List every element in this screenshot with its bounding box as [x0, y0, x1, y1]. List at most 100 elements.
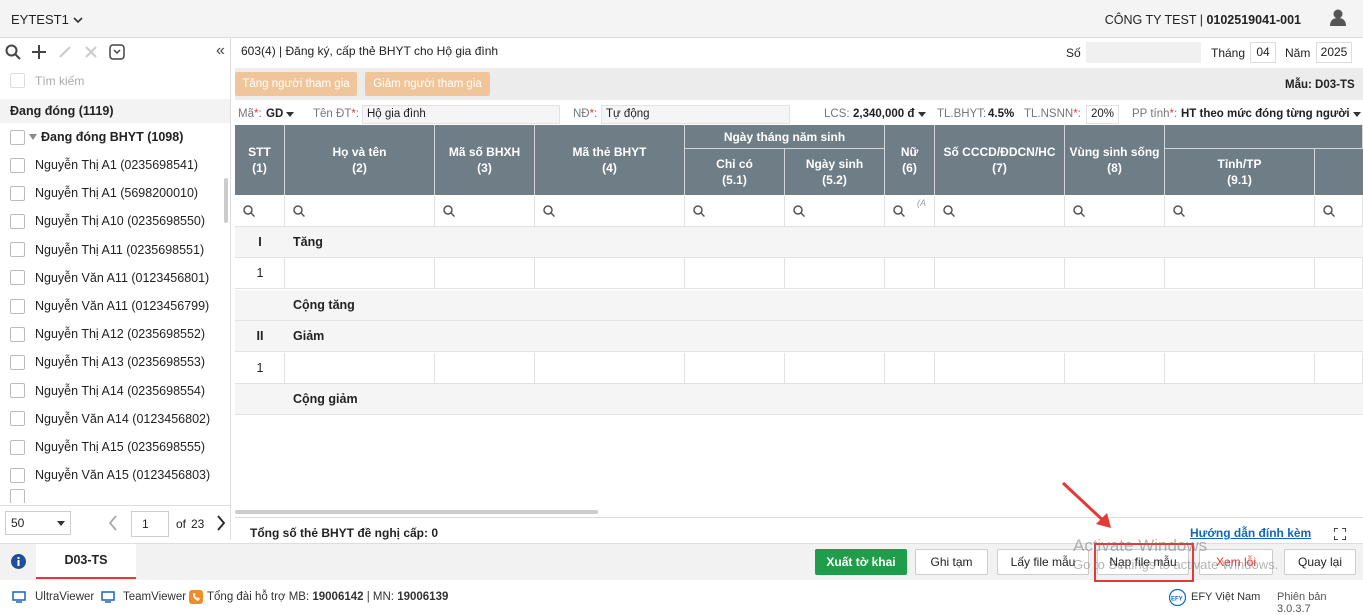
table-cell[interactable]	[1165, 258, 1315, 290]
dropdown-box-icon[interactable]	[109, 44, 125, 60]
select-all-checkbox[interactable]	[10, 73, 25, 88]
column-filter[interactable]	[685, 196, 785, 227]
list-item[interactable]: Nguyễn Thị A1 (5698200010)	[10, 179, 220, 207]
column-filter[interactable]	[535, 196, 685, 227]
table-cell[interactable]	[435, 258, 535, 290]
page-size-select[interactable]: 50	[5, 511, 71, 535]
table-row[interactable]: Cộng giảm	[235, 384, 1363, 415]
collapse-sidebar-icon[interactable]: «	[216, 42, 225, 60]
list-item[interactable]: Nguyễn Văn A15 (0123456803)	[10, 461, 220, 489]
subgroup-row[interactable]: Đang đóng BHYT (1098)	[10, 123, 220, 151]
checkbox[interactable]	[10, 270, 25, 286]
get-template-button[interactable]: Lấy file mẫu	[997, 549, 1089, 575]
tab-d03-ts[interactable]: D03-TS	[36, 544, 136, 579]
checkbox[interactable]	[10, 242, 25, 258]
list-item[interactable]: Nguyễn Văn A11 (0123456801)	[10, 264, 220, 292]
year-input[interactable]: 2025	[1316, 42, 1352, 63]
checkbox[interactable]	[10, 326, 25, 342]
user-icon[interactable]	[1329, 8, 1347, 28]
teamviewer-link[interactable]: TeamViewer	[123, 591, 186, 603]
column-filter[interactable]	[1315, 196, 1363, 227]
list-item[interactable]: Nguyễn Thị A15 (0235698555)	[10, 433, 220, 461]
group-title[interactable]: Đang đóng (1119)	[0, 99, 230, 123]
list-item[interactable]: Nguyễn Thị A11 (0235698551)	[10, 236, 220, 264]
table-cell[interactable]	[285, 258, 435, 290]
column-filter[interactable]: (A	[885, 196, 935, 227]
header-cell[interactable]: Chỉ có (5.1)	[685, 149, 785, 195]
view-errors-button[interactable]: Xem lỗi	[1199, 549, 1273, 575]
pptinh-select[interactable]: HT theo mức đóng từng người	[1181, 108, 1361, 120]
search-icon[interactable]	[5, 44, 21, 60]
table-row[interactable]: 1	[235, 352, 1363, 384]
table-cell[interactable]	[685, 352, 785, 384]
table-cell[interactable]	[1165, 352, 1315, 384]
list-item[interactable]: Nguyễn Thị A10 (0235698550)	[10, 207, 220, 235]
tendt-input[interactable]: Hộ gia đình	[362, 105, 560, 124]
add-participant-button[interactable]: Tăng người tham gia	[235, 72, 357, 96]
table-cell[interactable]	[785, 352, 885, 384]
fullscreen-icon[interactable]	[1334, 528, 1346, 540]
column-filter[interactable]	[285, 196, 435, 227]
table-cell[interactable]	[435, 352, 535, 384]
month-input[interactable]: 04	[1250, 42, 1276, 63]
list-item[interactable]: Nguyễn Văn A11 (0123456799)	[10, 292, 220, 320]
checkbox[interactable]	[10, 157, 25, 173]
search-input[interactable]: Tìm kiếm	[35, 74, 84, 88]
page-input[interactable]: 1	[131, 511, 169, 537]
checkbox[interactable]	[10, 383, 25, 399]
ultraviewer-link[interactable]: UltraViewer	[35, 591, 94, 603]
list-item[interactable]: Nguyễn Thị A14 (0235698554)	[10, 377, 220, 405]
ma-select[interactable]: GD	[266, 108, 295, 120]
table-cell[interactable]	[935, 352, 1065, 384]
table-cell[interactable]	[785, 258, 885, 290]
column-filter[interactable]	[935, 196, 1065, 227]
column-filter[interactable]	[785, 196, 885, 227]
checkbox[interactable]	[10, 439, 25, 455]
list-item[interactable]	[10, 489, 220, 504]
table-cell[interactable]	[535, 352, 685, 384]
list-item[interactable]: Nguyễn Thị A1 (0235698541)	[10, 151, 220, 179]
table-row[interactable]: I Tăng	[235, 227, 1363, 258]
column-filter[interactable]	[435, 196, 535, 227]
back-button[interactable]: Quay lại	[1284, 549, 1356, 575]
lcs-select[interactable]: 2,340,000 đ	[853, 108, 926, 120]
column-filter[interactable]	[235, 196, 285, 227]
guide-link[interactable]: Hướng dẫn đính kèm	[1190, 526, 1311, 540]
table-cell[interactable]	[935, 258, 1065, 290]
table-row[interactable]: 1	[235, 258, 1363, 290]
checkbox[interactable]	[10, 467, 25, 483]
checkbox[interactable]	[10, 489, 25, 504]
list-item[interactable]: Nguyễn Văn A14 (0123456802)	[10, 405, 220, 433]
header-cell[interactable]: Họ và tên (2)	[285, 125, 435, 195]
table-cell[interactable]	[1065, 352, 1165, 384]
table-row[interactable]: Cộng tăng	[235, 289, 1363, 321]
checkbox[interactable]	[10, 185, 25, 201]
table-cell[interactable]	[1065, 258, 1165, 290]
header-cell[interactable]: Nữ (6)	[885, 125, 935, 195]
checkbox[interactable]	[10, 411, 25, 427]
header-cell[interactable]: Tỉnh/TP (9.1)	[1165, 149, 1315, 195]
header-cell[interactable]: Mã số BHXH (3)	[435, 125, 535, 195]
draft-button[interactable]: Ghi tạm	[915, 549, 988, 575]
table-cell[interactable]	[1315, 258, 1363, 290]
checkbox[interactable]	[10, 354, 25, 370]
header-cell[interactable]	[1315, 149, 1363, 195]
column-filter[interactable]	[1065, 196, 1165, 227]
header-cell[interactable]: STT (1)	[235, 125, 285, 195]
plus-icon[interactable]	[31, 44, 47, 60]
horizontal-scrollbar[interactable]	[235, 510, 598, 514]
checkbox[interactable]	[10, 213, 25, 229]
column-filter[interactable]	[1165, 196, 1315, 227]
header-cell[interactable]: Mã thẻ BHYT (4)	[535, 125, 685, 195]
table-row[interactable]: II Giảm	[235, 321, 1363, 353]
prev-page-icon[interactable]	[108, 515, 118, 531]
export-button[interactable]: Xuất tờ khai	[815, 549, 907, 575]
so-input[interactable]	[1086, 42, 1201, 63]
caret-down-icon[interactable]	[28, 133, 38, 141]
header-cell[interactable]: Vùng sinh sống (8)	[1065, 125, 1165, 195]
checkbox[interactable]	[10, 298, 25, 314]
workspace-selector[interactable]: EYTEST1	[11, 12, 83, 27]
close-icon[interactable]	[83, 44, 99, 60]
table-cell[interactable]	[685, 258, 785, 290]
list-item[interactable]: Nguyễn Thị A13 (0235698553)	[10, 348, 220, 376]
